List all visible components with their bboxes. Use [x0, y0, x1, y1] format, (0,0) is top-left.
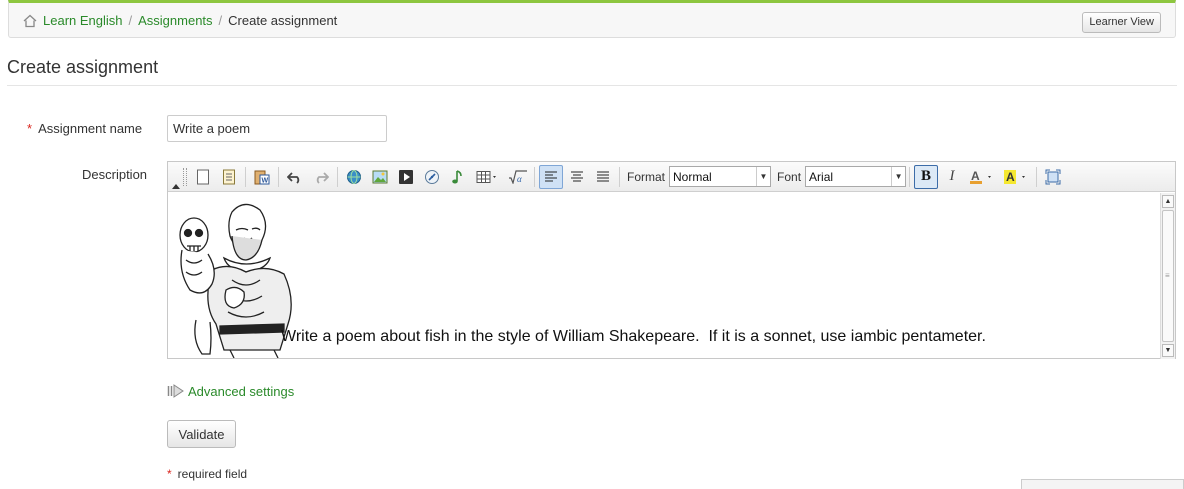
- editor-scrollbar[interactable]: ▲ ▼: [1160, 193, 1175, 359]
- breadcrumb-separator: /: [218, 12, 223, 28]
- chevron-down-icon: ▼: [756, 167, 770, 186]
- bold-button[interactable]: B: [914, 164, 939, 189]
- expand-arrow-icon: [167, 384, 184, 398]
- learner-view-button[interactable]: Learner View: [1082, 12, 1161, 33]
- description-label: Description: [82, 167, 148, 182]
- format-select[interactable]: Normal ▼: [669, 166, 772, 187]
- description-editor: W α Format Normal ▼ Font Arial ▼ B I A A…: [167, 161, 1176, 359]
- breadcrumb: Learn English / Assignments / Create ass…: [23, 12, 337, 28]
- toolbar-collapse-icon[interactable]: [170, 164, 180, 190]
- required-field-note: * required field: [167, 467, 248, 481]
- background-color-icon[interactable]: A: [1000, 165, 1032, 189]
- justify-icon[interactable]: [591, 165, 615, 189]
- toolbar-grip: [183, 167, 187, 186]
- svg-text:A: A: [1006, 170, 1015, 184]
- required-star: *: [27, 121, 33, 136]
- text-color-icon[interactable]: A: [966, 165, 998, 189]
- table-icon[interactable]: [472, 165, 504, 189]
- svg-text:α: α: [517, 174, 522, 184]
- format-select-value: Normal: [673, 169, 712, 184]
- advanced-settings-toggle[interactable]: Advanced settings: [167, 383, 294, 399]
- breadcrumb-separator: /: [128, 12, 133, 28]
- audio-icon[interactable]: [446, 165, 470, 189]
- page-title: Create assignment: [7, 57, 159, 77]
- paste-from-word-icon[interactable]: W: [250, 165, 274, 189]
- chevron-down-icon: ▼: [891, 167, 905, 186]
- editor-content[interactable]: Write a poem about fish in the style of …: [168, 193, 1160, 358]
- editor-content-text: Write a poem about fish in the style of …: [281, 328, 986, 345]
- font-select[interactable]: Arial ▼: [805, 166, 907, 187]
- link-icon[interactable]: [420, 165, 444, 189]
- scroll-down-icon[interactable]: ▼: [1162, 344, 1174, 357]
- font-label: Font: [777, 169, 802, 184]
- font-select-value: Arial: [809, 169, 834, 184]
- validate-button[interactable]: Validate: [167, 420, 236, 448]
- math-formula-icon[interactable]: α: [506, 165, 530, 189]
- format-label: Format: [627, 169, 666, 184]
- scroll-up-icon[interactable]: ▲: [1162, 195, 1174, 208]
- editor-toolbar: W α Format Normal ▼ Font Arial ▼ B I A A: [168, 162, 1175, 192]
- assignment-name-label: * Assignment name: [27, 121, 143, 136]
- assignment-name-input[interactable]: [167, 115, 387, 142]
- video-icon[interactable]: [394, 165, 418, 189]
- templates-icon[interactable]: [217, 165, 241, 189]
- advanced-settings-label: Advanced settings: [188, 383, 295, 399]
- maximize-icon[interactable]: [1041, 165, 1065, 189]
- home-icon[interactable]: [23, 14, 37, 28]
- italic-button[interactable]: I: [940, 165, 964, 189]
- breadcrumb-current: Create assignment: [228, 12, 338, 28]
- scroll-thumb[interactable]: [1162, 210, 1174, 342]
- top-bar: Learn English / Assignments / Create ass…: [8, 0, 1176, 38]
- redo-icon[interactable]: [309, 165, 333, 189]
- image-icon[interactable]: [368, 165, 392, 189]
- align-center-icon[interactable]: [565, 165, 589, 189]
- flash-icon[interactable]: [342, 165, 366, 189]
- breadcrumb-learn-english[interactable]: Learn English: [43, 13, 123, 28]
- svg-text:W: W: [262, 177, 269, 184]
- required-star: *: [167, 467, 172, 481]
- align-left-icon[interactable]: [539, 164, 563, 189]
- undo-icon[interactable]: [283, 165, 307, 189]
- bottom-right-panel: [1021, 479, 1184, 489]
- breadcrumb-assignments[interactable]: Assignments: [138, 13, 212, 28]
- shakespeare-illustration: [179, 203, 292, 358]
- new-page-icon[interactable]: [191, 165, 215, 189]
- svg-text:A: A: [971, 169, 980, 183]
- title-divider: [7, 85, 1177, 86]
